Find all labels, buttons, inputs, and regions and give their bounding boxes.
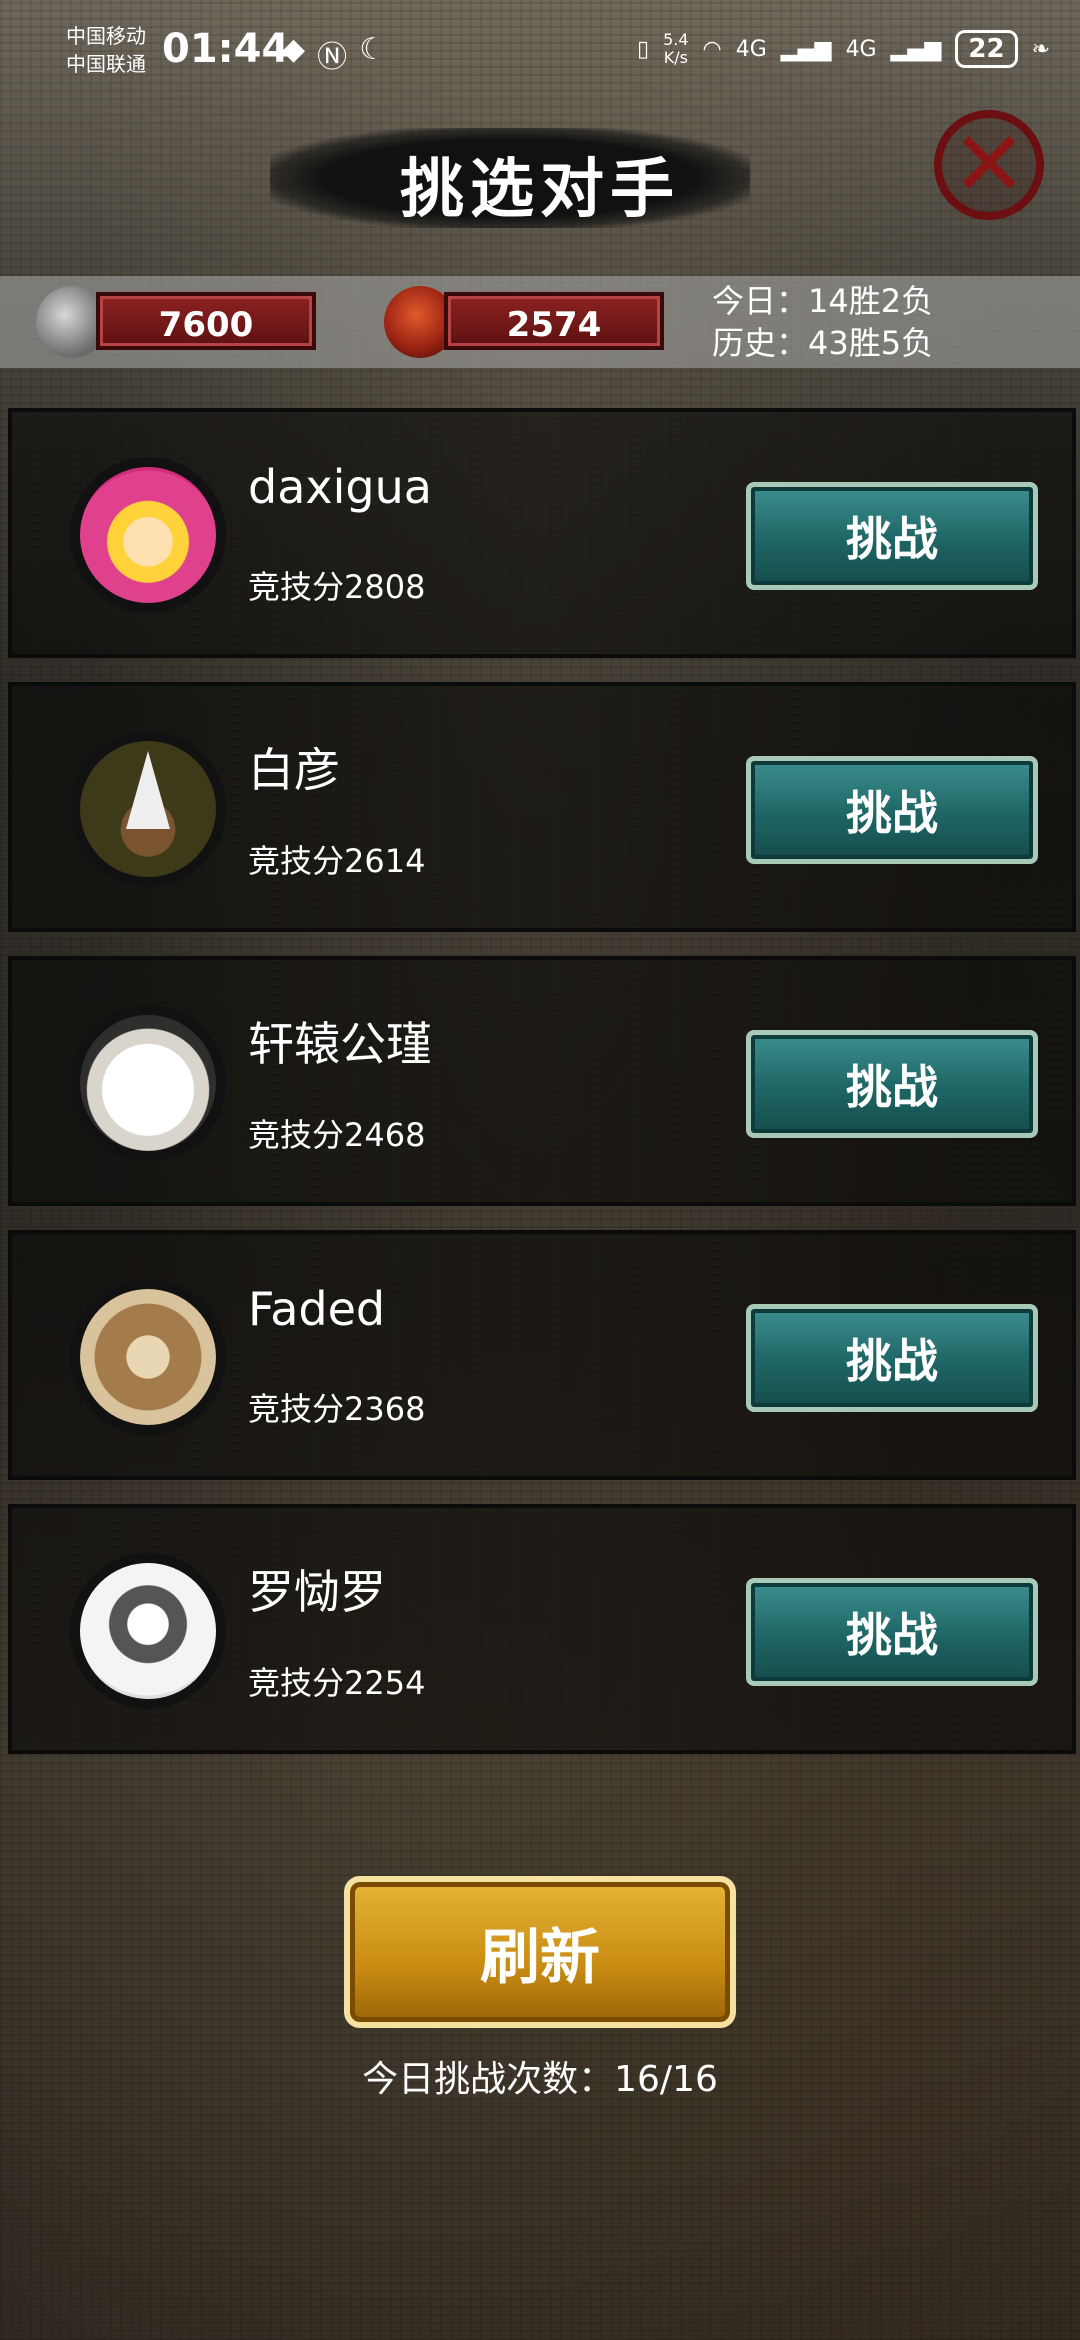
opponent-card: 白彦 竞技分2614 挑战	[8, 682, 1076, 932]
refresh-button[interactable]: 刷新	[344, 1876, 736, 2028]
close-icon: ✕	[951, 112, 1027, 217]
opponent-card: Faded 竞技分2368 挑战	[8, 1230, 1076, 1480]
wifi-icon: ◠	[702, 36, 722, 62]
network-speed: 5.4 K/s	[663, 30, 689, 67]
opponent-card: 罗恸罗 竞技分2254 挑战	[8, 1504, 1076, 1754]
history-record: 历史：43胜5负	[712, 324, 934, 362]
opponent-score: 竞技分2808	[248, 568, 426, 606]
notification-icons: ◆ Ⓝ ☾	[282, 32, 386, 76]
avatar	[70, 1553, 226, 1709]
avatar	[70, 731, 226, 887]
opponent-list: daxigua 竞技分2808 挑战 白彦 竞技分2614 挑战 轩辕公瑾 竞技…	[8, 408, 1076, 1778]
opponent-score: 竞技分2254	[248, 1664, 426, 1702]
opponent-name: daxigua	[248, 460, 432, 514]
close-button[interactable]: ✕	[934, 110, 1044, 220]
challenge-button[interactable]: 挑战	[746, 756, 1038, 864]
arena-points: 2574	[444, 292, 664, 350]
today-record: 今日：14胜2负	[712, 282, 934, 320]
challenge-button[interactable]: 挑战	[746, 1030, 1038, 1138]
opponent-card: 轩辕公瑾 竞技分2468 挑战	[8, 956, 1076, 1206]
page-title: 挑选对手	[400, 153, 680, 227]
carrier-1: 中国移动	[66, 24, 146, 48]
system-indicators: ▯ 5.4 K/s ◠ 4G ▂▄▆ 4G ▂▄▆ 22 ❧	[637, 30, 1050, 68]
resource-bar: 7600 2574 今日：14胜2负 历史：43胜5负	[0, 276, 1080, 368]
signal-4g-1: 4G	[735, 36, 767, 62]
battery-indicator: 22	[955, 30, 1018, 68]
opponent-name: 轩辕公瑾	[248, 1017, 432, 1071]
clock: 01:44	[162, 26, 290, 72]
avatar	[70, 457, 226, 613]
challenge-button[interactable]: 挑战	[746, 482, 1038, 590]
opponent-name: 罗恸罗	[248, 1565, 386, 1619]
opponent-score: 竞技分2614	[248, 842, 426, 880]
carrier-2: 中国联通	[66, 52, 146, 76]
challenge-button[interactable]: 挑战	[746, 1304, 1038, 1412]
opponent-score: 竞技分2368	[248, 1390, 426, 1428]
challenge-button[interactable]: 挑战	[746, 1578, 1038, 1686]
signal-bars-icon: ▂▄▆	[780, 36, 832, 62]
signal-4g-2: 4G	[845, 36, 877, 62]
record-summary: 今日：14胜2负 历史：43胜5负	[712, 280, 933, 364]
status-bar: 中国移动 中国联通 01:44 ◆ Ⓝ ☾ ▯ 5.4 K/s ◠ 4G ▂▄▆…	[0, 0, 1080, 100]
avatar	[70, 1279, 226, 1435]
vibrate-icon: ▯	[636, 36, 650, 62]
coin-amount: 7600	[96, 292, 316, 350]
nfc-icon: Ⓝ	[317, 40, 348, 75]
signal-bars-icon-2: ▂▄▆	[890, 36, 942, 62]
carrier-labels: 中国移动 中国联通	[66, 22, 146, 78]
opponent-card: daxigua 竞技分2808 挑战	[8, 408, 1076, 658]
do-not-disturb-icon: ☾	[359, 32, 386, 67]
avatar	[70, 1005, 226, 1161]
opponent-score: 竞技分2468	[248, 1116, 426, 1154]
opponent-name: Faded	[248, 1282, 386, 1336]
challenges-remaining: 今日挑战次数：16/16	[362, 2059, 718, 2100]
opponent-name: 白彦	[248, 743, 340, 797]
app-notification-icon: ◆	[282, 32, 306, 67]
leaf-icon: ❧	[1031, 36, 1050, 62]
